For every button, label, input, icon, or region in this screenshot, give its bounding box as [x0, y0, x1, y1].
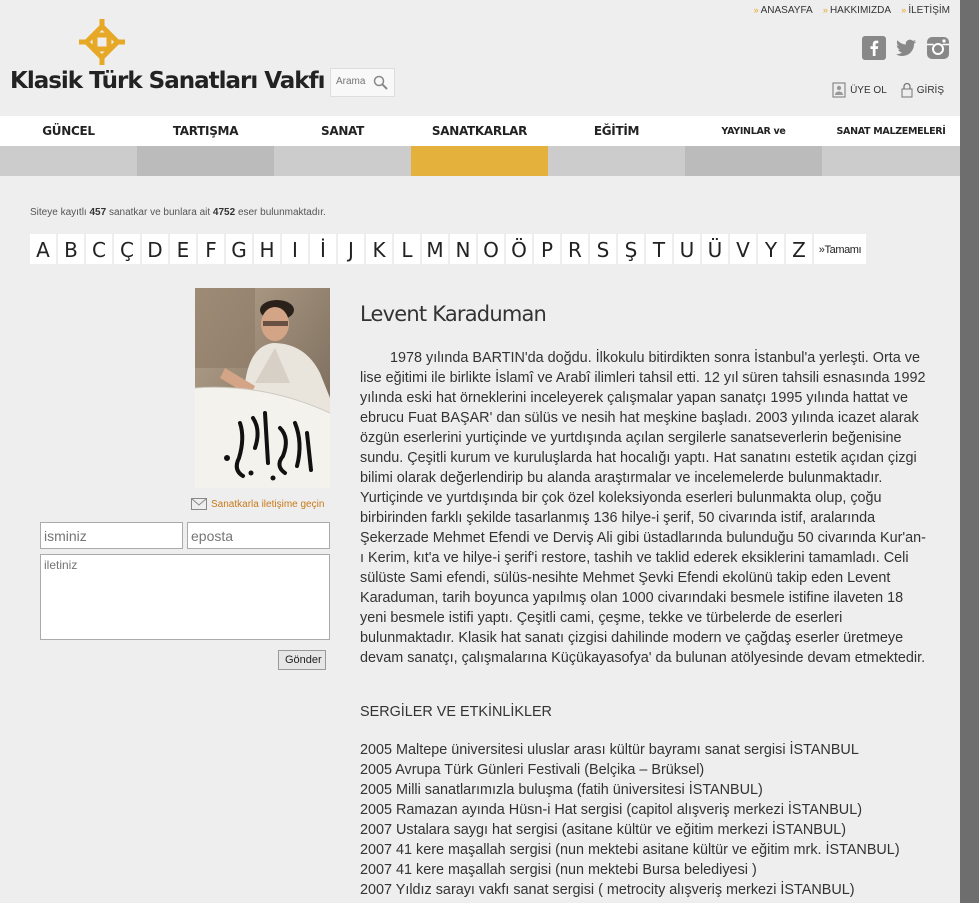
exhibitions-title: SERGİLER VE ETKİNLİKLER [360, 704, 552, 720]
nav-item-tartisma[interactable]: TARTIŞMA [137, 116, 274, 146]
artist-count: 457 [89, 207, 107, 218]
letter-filter-button[interactable]: N [450, 234, 476, 264]
nav-bar-segment [548, 146, 685, 176]
letter-filter-button[interactable]: U [674, 234, 700, 264]
letter-filter-button[interactable]: E [170, 234, 196, 264]
site-stats: Siteye kayıtlı 457 sanatkar ve bunlara a… [30, 207, 326, 218]
letter-filter-button[interactable]: A [30, 234, 56, 264]
nav-bar-segment [0, 146, 137, 176]
double-chevron-icon: » [822, 5, 828, 15]
page: » ANASAYFA » HAKKIMIZDA » İLETİŞİM Klasik T… [0, 0, 960, 903]
user-actions: ÜYE OL GİRİŞ [832, 82, 944, 98]
letter-filter-button[interactable]: Y [758, 234, 784, 264]
artist-name: Levent Karaduman [360, 302, 547, 326]
letter-filter-button[interactable]: Z [786, 234, 812, 264]
letter-filter-button[interactable]: L [394, 234, 420, 264]
search-input[interactable] [331, 69, 376, 94]
send-button[interactable]: Gönder [278, 650, 326, 670]
toplink-contact[interactable]: » İLETİŞİM [901, 5, 950, 16]
contact-artist-link[interactable]: Sanatkarla iletişime geçin [191, 498, 324, 510]
letter-filter-button[interactable]: Ç [114, 234, 140, 264]
search-box [330, 68, 395, 97]
nav-bar-segment [685, 146, 822, 176]
exhibition-item: 2007 Ustalara saygı hat sergisi (asitane… [360, 822, 847, 838]
double-chevron-icon: » [901, 5, 907, 15]
all-letters-button[interactable]: »Tamamı [814, 234, 866, 264]
nav-bar-segment [822, 146, 960, 176]
toplink-home[interactable]: » ANASAYFA [754, 5, 813, 16]
nav-bar-segment [137, 146, 274, 176]
nav-bar-segment [274, 146, 411, 176]
letter-filter-button[interactable]: T [646, 234, 672, 264]
lock-icon [901, 82, 913, 98]
instagram-icon[interactable] [926, 36, 950, 60]
exhibition-item: 2005 Avrupa Türk Günleri Festivali (Belç… [360, 762, 705, 778]
envelope-icon [191, 498, 207, 510]
letter-filter-button[interactable]: J [338, 234, 364, 264]
search-icon[interactable] [373, 75, 388, 90]
top-links: » ANASAYFA » HAKKIMIZDA » İLETİŞİM [746, 5, 950, 16]
double-chevron-icon: » [753, 5, 759, 15]
logo-text: Klasik Türk Sanatları Vakfı [10, 68, 325, 94]
social-links [862, 36, 950, 60]
letter-filter-button[interactable]: P [534, 234, 560, 264]
exhibition-item: 2007 41 kere maşallah sergisi (nun mekte… [360, 842, 900, 858]
letter-filter-button[interactable]: I [282, 234, 308, 264]
letter-filter-button[interactable]: R [562, 234, 588, 264]
letter-filter-button[interactable]: D [142, 234, 168, 264]
nav-item-sanat[interactable]: SANAT [274, 116, 411, 146]
exhibition-item: 2005 Milli sanatlarımızla buluşma (fatih… [360, 782, 763, 798]
name-field[interactable] [40, 522, 183, 549]
nav-color-bar [0, 146, 960, 176]
artist-content: Levent Karaduman 1978 yılında BARTIN'da … [360, 302, 926, 900]
logo-emblem-icon [79, 19, 125, 65]
artist-photo [195, 288, 330, 488]
scrollbar[interactable] [960, 0, 979, 903]
exhibition-item: 2005 Maltepe üniversitesi uluslar arası … [360, 742, 859, 758]
exhibition-item: 2007 41 kere maşallah sergisi (nun mekte… [360, 862, 757, 878]
user-card-icon [832, 82, 846, 98]
main-nav: GÜNCEL TARTIŞMA SANAT SANATKARLAR EĞİTİM… [0, 116, 960, 168]
letter-filter-button[interactable]: Ö [506, 234, 532, 264]
nav-item-yayinlar[interactable]: YAYINLAR ve KOLEKSİYONLAR [685, 116, 822, 168]
letter-filter-button[interactable]: M [422, 234, 448, 264]
nav-item-egitim[interactable]: EĞİTİM [548, 116, 685, 146]
artist-bio: 1978 yılında BARTIN'da doğdu. İlkokulu b… [360, 350, 926, 666]
alphabet-filter: A B C Ç D E F G H I İ J K L M N O Ö P R S Ş T U Ü V Y Z »Tamamı [30, 234, 866, 264]
twitter-icon[interactable] [894, 36, 918, 60]
letter-filter-button[interactable]: B [58, 234, 84, 264]
login-button[interactable]: GİRİŞ [901, 82, 944, 98]
message-field[interactable] [40, 554, 330, 640]
nav-item-sanatkarlar[interactable]: SANATKARLAR [411, 116, 548, 146]
letter-filter-button[interactable]: O [478, 234, 504, 264]
facebook-icon[interactable] [862, 36, 886, 60]
letter-filter-button[interactable]: G [226, 234, 252, 264]
letter-filter-button[interactable]: C [86, 234, 112, 264]
letter-filter-button[interactable]: İ [310, 234, 336, 264]
letter-filter-button[interactable]: V [730, 234, 756, 264]
email-field[interactable] [187, 522, 330, 549]
exhibition-list: 2005 Maltepe üniversitesi uluslar arası … [360, 740, 926, 900]
work-count: 4752 [212, 207, 236, 218]
letter-filter-button[interactable]: Ü [702, 234, 728, 264]
letter-filter-button[interactable]: S [590, 234, 616, 264]
toplink-about[interactable]: » HAKKIMIZDA [823, 5, 891, 16]
letter-filter-button[interactable]: F [198, 234, 224, 264]
nav-bar-segment-active [411, 146, 548, 176]
letter-filter-button[interactable]: Ş [618, 234, 644, 264]
nav-item-guncel[interactable]: GÜNCEL [0, 116, 137, 146]
nav-item-sanat-malzemeleri[interactable]: SANAT MALZEMELERİ [822, 116, 960, 146]
letter-filter-button[interactable]: K [366, 234, 392, 264]
letter-filter-button[interactable]: H [254, 234, 280, 264]
register-button[interactable]: ÜYE OL [832, 82, 887, 98]
exhibition-item: 2007 Yıldız sarayı vakfı sanat sergisi (… [360, 882, 855, 898]
exhibition-item: 2005 Ramazan ayında Hüsn-i Hat sergisi (… [360, 802, 862, 818]
